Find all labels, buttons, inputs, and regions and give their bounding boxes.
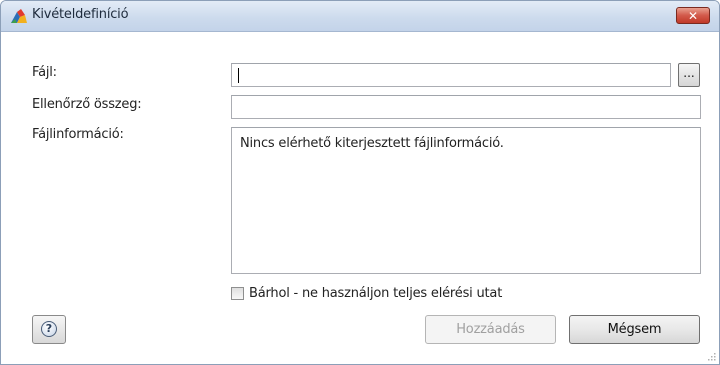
fileinfo-label: Fájlinformáció:: [32, 127, 124, 142]
resize-grip-icon[interactable]: [706, 351, 716, 361]
browse-button-label: ...: [683, 66, 695, 80]
title-bar[interactable]: Kivételdefiníció ✕: [1, 1, 719, 32]
file-label: Fájl:: [32, 65, 57, 80]
close-icon: ✕: [687, 9, 699, 23]
file-path-input[interactable]: [231, 63, 671, 87]
help-icon: ?: [41, 321, 57, 337]
dialog-window: Kivételdefiníció ✕ Fájl: ... Ellenőrző ö…: [0, 0, 720, 365]
close-button[interactable]: ✕: [676, 7, 710, 24]
help-button[interactable]: ?: [32, 315, 66, 344]
text-caret: [238, 68, 239, 83]
checksum-label: Ellenőrző összeg:: [32, 97, 142, 112]
fileinfo-text: Nincs elérhető kiterjesztett fájlinformá…: [240, 136, 504, 151]
browse-button[interactable]: ...: [678, 63, 700, 87]
avg-logo-icon: [11, 9, 27, 23]
help-icon-glyph: ?: [45, 322, 53, 335]
anywhere-checkbox-label[interactable]: Bárhol - ne használjon teljes elérési ut…: [249, 286, 502, 301]
window-title: Kivételdefiníció: [32, 7, 129, 22]
checksum-input[interactable]: [231, 95, 701, 119]
add-button[interactable]: Hozzáadás: [425, 315, 556, 344]
cancel-button[interactable]: Mégsem: [569, 315, 700, 344]
anywhere-checkbox[interactable]: [231, 287, 244, 300]
fileinfo-textarea[interactable]: Nincs elérhető kiterjesztett fájlinformá…: [231, 127, 701, 274]
